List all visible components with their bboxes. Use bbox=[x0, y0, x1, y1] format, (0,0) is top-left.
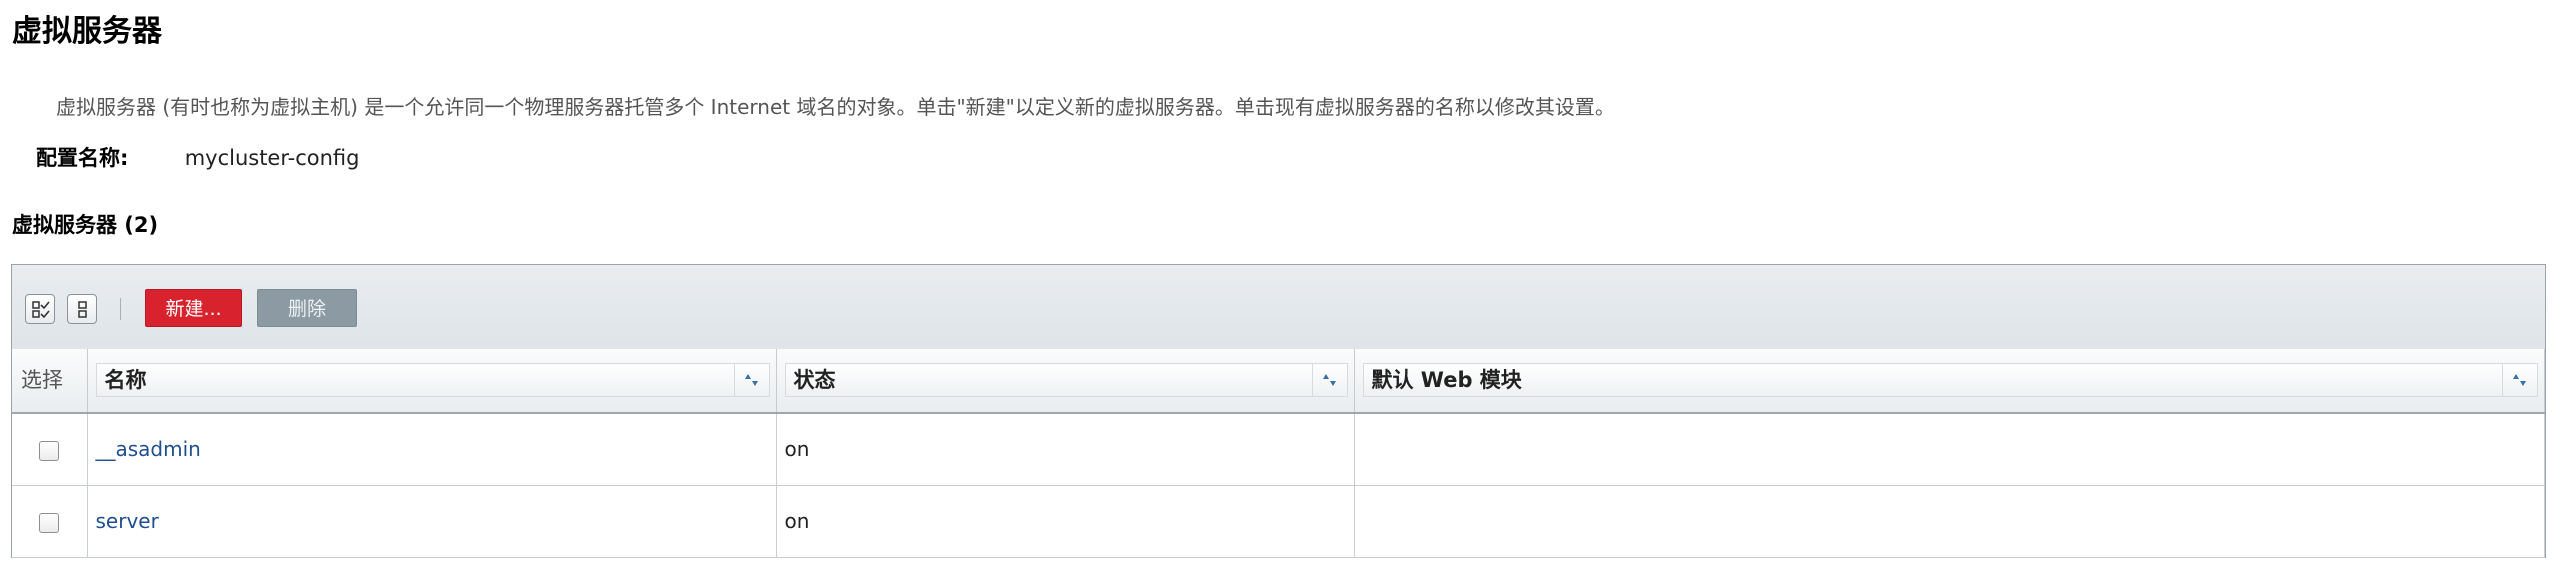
virtual-servers-grid: 选择 名称 状态 默认 Web 模块 __asadmin on server o… bbox=[12, 349, 2545, 558]
config-name-row: 配置名称: mycluster-config bbox=[36, 143, 360, 173]
table-header-row: 选择 名称 状态 默认 Web 模块 bbox=[12, 349, 2545, 414]
status-cell: on bbox=[776, 485, 1355, 558]
sort-icon[interactable] bbox=[2502, 364, 2537, 396]
column-header-label: 状态 bbox=[793, 368, 836, 392]
config-name-value: mycluster-config bbox=[184, 146, 360, 170]
page-title: 虚拟服务器 bbox=[12, 14, 162, 49]
deselect-all-icon[interactable] bbox=[67, 294, 97, 324]
row-checkbox[interactable] bbox=[39, 512, 60, 533]
row-checkbox[interactable] bbox=[39, 440, 60, 461]
page-help-text: 虚拟服务器 (有时也称为虚拟主机) 是一个允许同一个物理服务器托管多个 Inte… bbox=[56, 95, 1615, 119]
default-web-module-cell bbox=[1354, 485, 2545, 558]
default-web-module-cell bbox=[1354, 413, 2545, 486]
name-cell: __asadmin bbox=[87, 413, 777, 486]
new-button[interactable]: 新建... bbox=[145, 289, 242, 327]
delete-button[interactable]: 删除 bbox=[257, 289, 357, 327]
table-row: __asadmin on bbox=[12, 413, 2545, 486]
column-header-name[interactable]: 名称 bbox=[87, 349, 777, 414]
column-header-select: 选择 bbox=[12, 349, 88, 414]
column-header-label: 选择 bbox=[21, 368, 63, 392]
virtual-server-link[interactable]: __asadmin bbox=[96, 437, 201, 461]
virtual-servers-table: 新建... 删除 选择 名称 状态 默认 Web 模块 __asadmin on… bbox=[11, 264, 2546, 558]
toolbar-separator bbox=[120, 298, 121, 320]
row-select-cell bbox=[12, 485, 88, 558]
table-toolbar: 新建... 删除 bbox=[12, 265, 2545, 350]
virtual-server-link[interactable]: server bbox=[96, 509, 159, 533]
row-select-cell bbox=[12, 413, 88, 486]
sort-icon[interactable] bbox=[1311, 364, 1347, 396]
sort-icon[interactable] bbox=[733, 364, 769, 396]
table-row: server on bbox=[12, 485, 2545, 558]
name-cell: server bbox=[87, 485, 777, 558]
virtual-servers-table-title: 虚拟服务器 (2) bbox=[12, 213, 159, 237]
column-header-default-web-module[interactable]: 默认 Web 模块 bbox=[1354, 349, 2545, 414]
column-header-label: 名称 bbox=[104, 368, 147, 392]
column-header-label: 默认 Web 模块 bbox=[1371, 368, 1522, 392]
select-all-icon[interactable] bbox=[25, 294, 55, 324]
column-header-status[interactable]: 状态 bbox=[776, 349, 1355, 414]
config-name-label: 配置名称: bbox=[36, 146, 129, 170]
status-cell: on bbox=[776, 413, 1355, 486]
